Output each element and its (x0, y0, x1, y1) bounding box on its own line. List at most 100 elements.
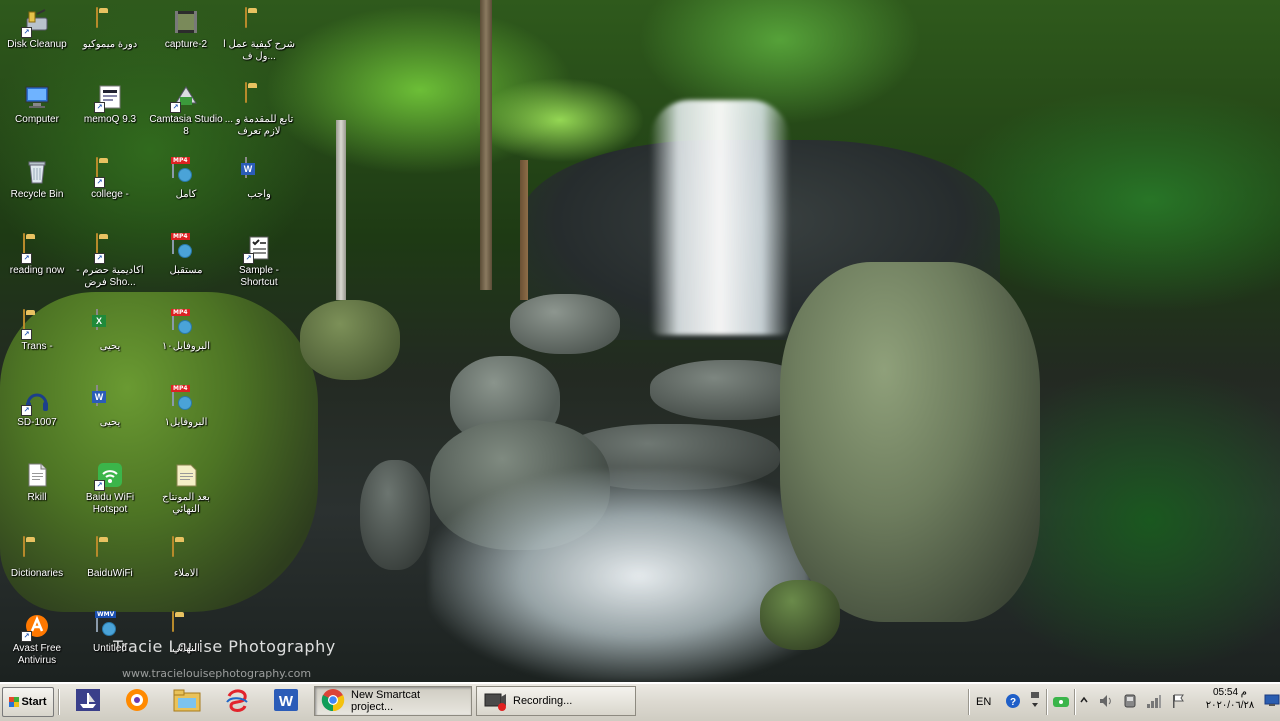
desktop-icon-disk-cleanup[interactable]: ↗ Disk Cleanup (0, 8, 74, 51)
word-document-icon: W (241, 157, 273, 186)
wifi-hotspot-icon: ↗ (94, 461, 124, 491)
quicklaunch-boat-app[interactable] (70, 687, 106, 717)
taskbar-separator (58, 689, 59, 715)
taskbar-separator (968, 689, 969, 715)
help-icon[interactable]: ? (1005, 693, 1021, 709)
task-button-chrome[interactable]: New Smartcat project... (314, 686, 472, 716)
camtasia-recorder-icon (483, 688, 507, 715)
mp4-file-icon: MP4 (171, 157, 200, 186)
chrome-icon (321, 688, 345, 715)
desktop-icon-mp4[interactable]: MP4 البروفايل١٠ (149, 309, 223, 353)
headphones-icon: ↗ (21, 386, 51, 416)
desktop-icon-wmv[interactable]: WMV Untitled (73, 611, 147, 655)
taskbar-clock[interactable]: 05:54 م ٢٠٢٠/٠٦/٢٨ (1200, 686, 1260, 712)
wallpaper-waterfall (650, 100, 790, 335)
quicklaunch-word[interactable]: W (268, 687, 304, 717)
camtasia-icon: ↗ (170, 83, 200, 113)
volume-icon[interactable] (1098, 693, 1114, 709)
desktop-icon-avast[interactable]: ↗ Avast Free Antivirus (0, 612, 74, 667)
mp4-file-icon: MP4 (171, 309, 200, 338)
desktop-icon-folder[interactable]: ↗ reading now (0, 233, 74, 277)
desktop-icon-folder[interactable]: دورة ميموكيو (73, 7, 147, 51)
desktop-icon-capture[interactable]: capture-2 (149, 8, 223, 51)
desktop-icon-sample-shortcut[interactable]: ↗ Sample - Shortcut (222, 234, 296, 289)
svg-text:?: ? (1010, 697, 1016, 708)
desktop-icon-notepad-file[interactable]: بعد المونتاج النهائي (149, 461, 223, 516)
desktop-icon-folder[interactable]: النهائي (149, 611, 223, 655)
folder-icon (172, 611, 200, 640)
folder-icon: ↗ (94, 233, 124, 264)
folder-icon (96, 7, 124, 36)
folder-icon (245, 7, 273, 36)
action-center-flag-icon[interactable] (1170, 693, 1186, 709)
show-hidden-icons-chevron-icon[interactable] (1079, 693, 1089, 707)
boat-app-icon (74, 687, 102, 717)
wallpaper-stream (430, 470, 810, 682)
desktop-icon-folder[interactable]: ↗ اكاديمية حضرم - فرض Sho... (73, 233, 147, 289)
signal-bars-icon[interactable] (1146, 693, 1162, 709)
language-indicator[interactable]: EN (976, 686, 991, 718)
desktop-icon-mp4[interactable]: MP4 البروفايل١ (149, 385, 223, 429)
language-options-icon[interactable] (1030, 691, 1040, 711)
desktop-icon-sd1007[interactable]: ↗ SD-1007 (0, 386, 74, 429)
device-tray-icon[interactable] (1122, 693, 1138, 709)
wallpaper-tree-trunk (480, 0, 492, 290)
task-button-recording[interactable]: Recording... (476, 686, 636, 716)
folder-icon: ↗ (94, 157, 124, 188)
desktop-icon-baidu-wifi-hotspot[interactable]: ↗ Baidu WiFi Hotspot (73, 461, 147, 516)
desktop-icon-word-doc[interactable]: W يحيى (73, 385, 147, 429)
desktop-icon-excel-doc[interactable]: X يحيى (73, 309, 147, 353)
desktop-icon-folder[interactable]: شرح كيفية عمل ا ول ف... (222, 7, 296, 63)
wallpaper-tree-trunk (336, 120, 346, 300)
excel-document-icon: X (92, 309, 124, 338)
folder-icon (96, 536, 124, 565)
checklist-shortcut-icon: ↗ (243, 234, 273, 264)
folder-explorer-icon (172, 687, 202, 717)
taskbar-separator (1046, 689, 1047, 715)
desktop-icon-mp4[interactable]: MP4 كامل (149, 157, 223, 201)
quicklaunch-explorer[interactable] (169, 687, 205, 717)
avast-tray-app-icon (123, 686, 151, 718)
folder-icon (245, 82, 273, 111)
task-label: New Smartcat project... (351, 689, 421, 713)
quicklaunch-swirl-app[interactable] (219, 687, 255, 717)
desktop-icon-folder[interactable]: الاملاء (149, 536, 223, 580)
desktop-icon-recycle-bin[interactable]: Recycle Bin (0, 158, 74, 201)
windows-flag-icon (9, 697, 20, 707)
notepad-file-icon (172, 461, 200, 489)
folder-icon: ↗ (21, 233, 51, 264)
start-label: Start (21, 696, 47, 708)
svg-text:W: W (279, 693, 294, 710)
wmv-file-icon: WMV (95, 611, 124, 640)
folder-icon (23, 536, 51, 565)
desktop-icon-folder[interactable]: ↗ Trans - (0, 309, 74, 353)
desktop-icon-word-doc[interactable]: W واجب (222, 157, 296, 201)
show-desktop-icon[interactable] (1264, 692, 1280, 708)
word-app-icon: W (272, 686, 300, 718)
quicklaunch-avast[interactable] (119, 687, 155, 717)
start-button[interactable]: Start (2, 687, 54, 717)
taskbar: Start W New Smartcat project... Recordin… (0, 682, 1280, 721)
desktop-icon-folder[interactable]: BaiduWiFi (73, 536, 147, 580)
wallpaper-rock (760, 580, 840, 650)
recycle-bin-icon (23, 158, 51, 186)
disk-cleanup-icon: ↗ (21, 8, 51, 38)
network-tray-icon[interactable] (1053, 694, 1069, 708)
desktop-icon-folder[interactable]: Dictionaries (0, 536, 74, 580)
desktop-icon-computer[interactable]: Computer (0, 83, 74, 126)
folder-icon (172, 536, 200, 565)
desktop-icon-mp4[interactable]: MP4 مستقبل (149, 233, 223, 277)
task-label: Recording... (513, 695, 573, 707)
wallpaper-rock (360, 460, 430, 570)
desktop-icon-folder[interactable]: تابع للمقدمة و ... لازم تعرف (222, 82, 296, 138)
clock-time: 05:54 م (1212, 687, 1247, 698)
text-file-icon (23, 461, 51, 489)
wallpaper-mossy-rock (780, 262, 1040, 622)
desktop-icon-folder[interactable]: ↗ college - (73, 157, 147, 201)
word-document-icon: W (92, 385, 124, 414)
desktop-icon-camtasia[interactable]: ↗ Camtasia Studio 8 (149, 83, 223, 138)
desktop-icon-rkill[interactable]: Rkill (0, 461, 74, 504)
swirl-app-icon (223, 686, 251, 718)
video-clip-icon (172, 8, 200, 36)
desktop-icon-memoq[interactable]: ↗ memoQ 9.3 (73, 83, 147, 126)
